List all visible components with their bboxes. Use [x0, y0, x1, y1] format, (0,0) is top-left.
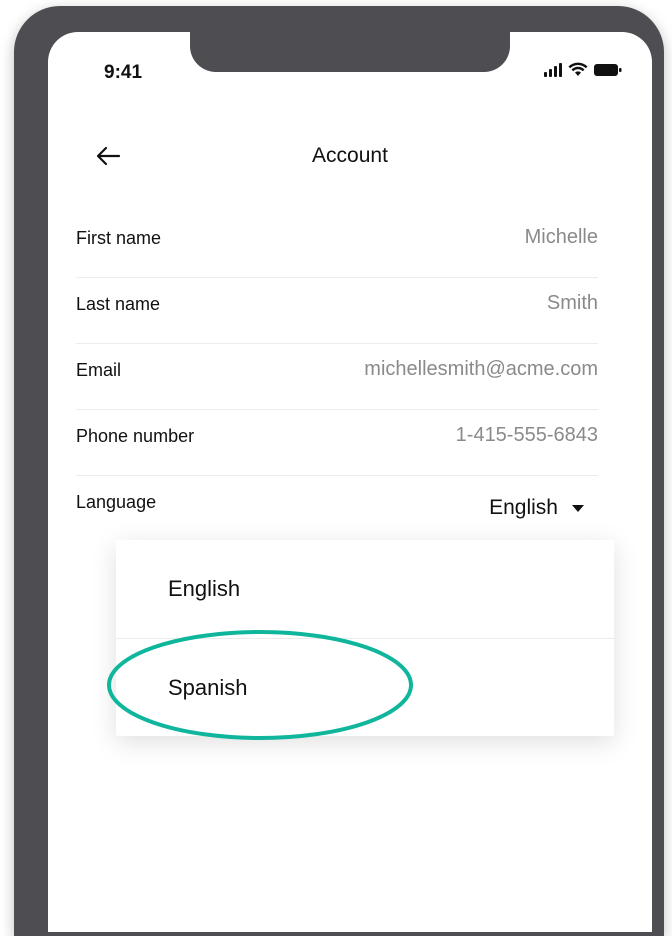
language-option-english[interactable]: English: [116, 540, 614, 638]
notch: [190, 32, 510, 72]
status-icons: [544, 62, 622, 77]
email-label: Email: [76, 360, 122, 380]
first-name-value[interactable]: Michelle: [525, 226, 598, 249]
caret-down-icon: [572, 504, 584, 512]
language-select[interactable]: English: [489, 490, 598, 520]
language-option-spanish[interactable]: Spanish: [116, 638, 614, 736]
status-time: 9:41: [104, 62, 143, 83]
language-label: Language: [76, 492, 157, 512]
first-name-label: First name: [76, 228, 162, 248]
last-name-row[interactable]: Last name Smith: [76, 278, 598, 344]
battery-icon: [594, 63, 622, 77]
account-form: First name Michelle Last name Smith Emai…: [76, 212, 598, 542]
phone-number-row[interactable]: Phone number 1-415-555-6843: [76, 410, 598, 476]
language-dropdown-menu: English Spanish: [116, 540, 614, 736]
last-name-label: Last name: [76, 294, 161, 314]
first-name-row[interactable]: First name Michelle: [76, 212, 598, 278]
language-row: Language English: [76, 476, 598, 542]
phone-number-value[interactable]: 1-415-555-6843: [456, 424, 598, 447]
wifi-icon: [568, 62, 588, 77]
page-title: Account: [312, 144, 388, 167]
last-name-value[interactable]: Smith: [547, 292, 598, 315]
email-value[interactable]: michellesmith@acme.com: [364, 358, 598, 381]
email-row[interactable]: Email michellesmith@acme.com: [76, 344, 598, 410]
language-selected-value: English: [489, 496, 558, 519]
signal-icon: [544, 62, 562, 77]
phone-number-label: Phone number: [76, 426, 195, 446]
